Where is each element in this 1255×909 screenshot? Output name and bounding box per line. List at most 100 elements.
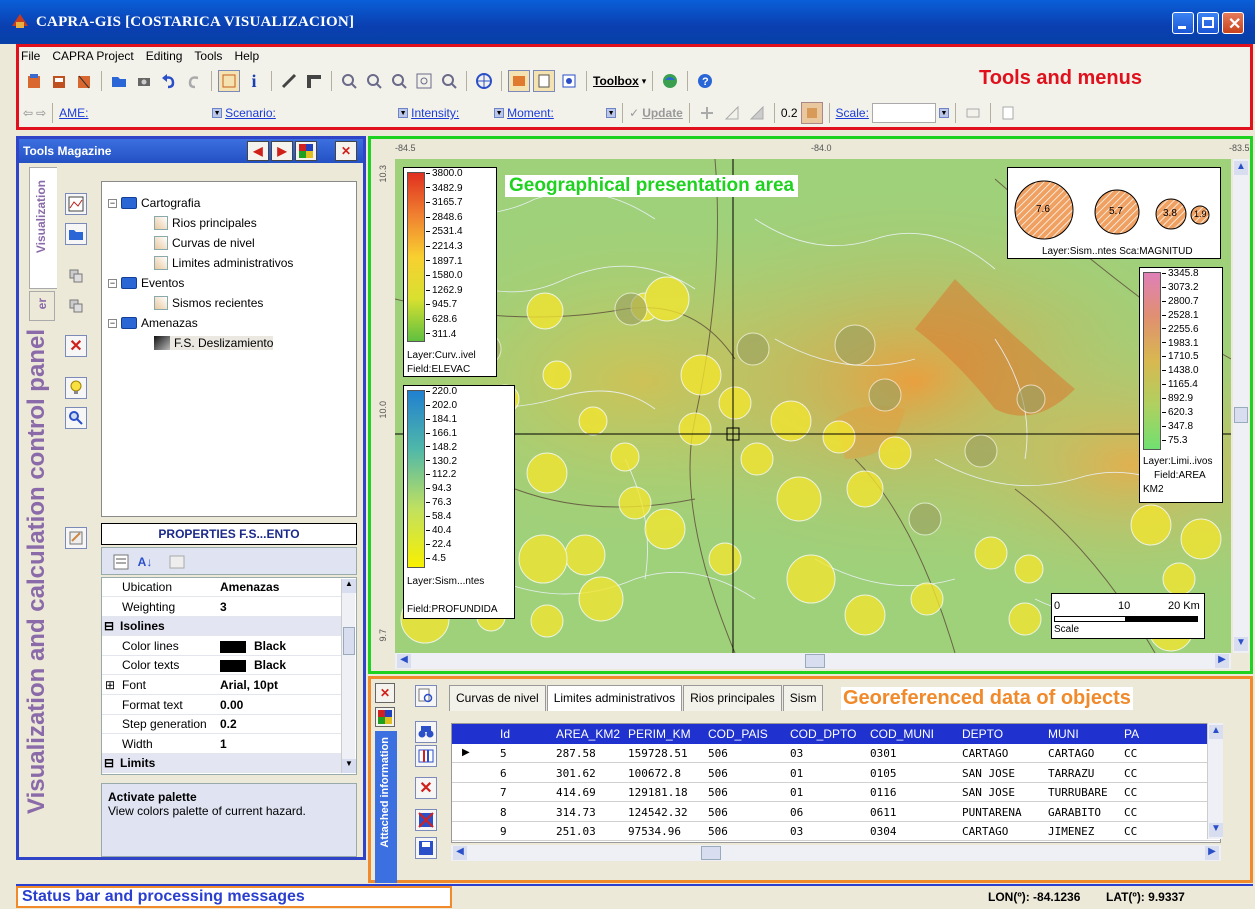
tab-other[interactable]: er (29, 291, 55, 321)
forward-red-arrow-icon[interactable]: ▶ (271, 141, 293, 161)
table-view-icon[interactable] (558, 70, 580, 92)
property-row[interactable]: Weighting 3 (102, 598, 342, 617)
column-header[interactable]: COD_PAIS (708, 727, 768, 741)
column-header[interactable]: MUNI (1048, 727, 1079, 741)
camera-icon[interactable] (133, 70, 155, 92)
tree-node-cartografia[interactable]: − Cartografia (108, 196, 200, 210)
property-row[interactable]: Step generation 0.2 (102, 715, 342, 735)
intensity-dropdown-icon[interactable]: ▼ (494, 108, 505, 118)
property-pages-icon[interactable] (166, 551, 188, 573)
forward-arrow-icon[interactable]: ⇨ (36, 106, 46, 120)
undo-icon[interactable] (158, 70, 180, 92)
table-row[interactable]: ▶ 5 287.58 159728.51 506 03 0301 CARTAGO CARTAGO… (452, 744, 1220, 763)
layout-icon[interactable] (375, 707, 395, 727)
column-header[interactable]: AREA_KM2 (556, 727, 620, 741)
layers-tool-icon[interactable] (508, 70, 530, 92)
delete-icon[interactable]: ✕ (65, 335, 87, 357)
property-row[interactable]: Width 1 (102, 735, 342, 754)
export-icon[interactable] (415, 809, 437, 831)
triangle-fill-icon[interactable] (746, 102, 768, 124)
redo-icon[interactable] (183, 70, 205, 92)
palette-icon[interactable] (800, 102, 823, 124)
triangle-icon[interactable] (721, 102, 743, 124)
zoom-previous-icon[interactable] (438, 70, 460, 92)
ame-label[interactable]: AME: (59, 106, 209, 120)
tree-node-rios[interactable]: Rios principales (154, 216, 257, 230)
properties-icon[interactable] (65, 527, 87, 549)
menu-help[interactable]: Help (234, 49, 259, 67)
zoom-window-icon[interactable] (388, 70, 410, 92)
toolbox-dropdown-icon[interactable]: ▾ (642, 76, 647, 87)
property-row[interactable]: ⊞ Font Arial, 10pt (102, 676, 342, 695)
tab-curvas-de-nivel[interactable]: Curvas de nivel (449, 685, 546, 711)
tree-node-limites[interactable]: Limites administrativos (154, 256, 293, 270)
property-category[interactable]: ⊟ Isolines (102, 617, 342, 637)
legend-elevation[interactable]: 3800.0 3482.9 3165.7 2848.6 2531.4 2214.3 1897… (403, 167, 497, 377)
collapse-icon[interactable]: ⊟ (104, 756, 114, 770)
grid-settings-icon[interactable] (962, 102, 984, 124)
grid-horizontal-scrollbar[interactable]: ◀ ▶ (451, 845, 1221, 861)
attached-info-tab[interactable]: Attached information (375, 731, 397, 883)
column-header[interactable]: PERIM_KM (628, 727, 691, 741)
table-row[interactable]: 6 301.62 100672.8 506 01 0105 SAN JOSE TARRAZU C… (452, 764, 1220, 783)
pen-icon[interactable] (278, 70, 300, 92)
binoculars-icon[interactable] (415, 721, 437, 743)
copy-icon[interactable] (65, 265, 87, 287)
column-header[interactable]: PA (1124, 727, 1139, 741)
tab-visualization[interactable]: Visualization (29, 167, 57, 289)
duplicate-icon[interactable] (65, 295, 87, 317)
property-category[interactable]: ⊟ Limits (102, 754, 342, 774)
menu-file[interactable]: File (21, 49, 40, 67)
toolbox-menu[interactable]: Toolbox (593, 74, 639, 88)
back-arrow-icon[interactable]: ⇦ (23, 106, 33, 120)
data-grid[interactable]: Id AREA_KM2 PERIM_KM COD_PAIS COD_DPTO COD_MU… (451, 723, 1221, 843)
search-icon[interactable] (65, 407, 87, 429)
sort-az-icon[interactable]: A↓ (134, 551, 156, 573)
property-row[interactable]: Ubication Amenazas (102, 578, 342, 597)
minimize-button[interactable] (1172, 12, 1194, 34)
property-scrollbar[interactable]: ▲ ▼ (341, 579, 356, 773)
zoom-extent-icon[interactable] (413, 70, 435, 92)
grid-icon[interactable] (696, 102, 718, 124)
open-folder-icon[interactable] (108, 70, 130, 92)
map-canvas[interactable]: 3800.0 3482.9 3165.7 2848.6 2531.4 2214.3 1897… (395, 159, 1231, 653)
expand-icon[interactable]: ⊞ (105, 678, 115, 692)
scale-label[interactable]: Scale: (836, 106, 869, 120)
table-row[interactable]: 8 314.73 124542.32 506 06 0611 PUNTARENA GARABI… (452, 803, 1220, 822)
collapse-icon[interactable]: ⊟ (104, 619, 114, 633)
property-row[interactable]: Format text 0.00 (102, 696, 342, 715)
save-data-icon[interactable] (415, 837, 437, 859)
ame-dropdown-icon[interactable]: ▼ (212, 108, 223, 118)
moment-label[interactable]: Moment: (507, 106, 603, 120)
legend-magnitude[interactable]: 7.6 5.7 3.8 1.9 Layer:Sism..ntes Sca:MAG… (1007, 167, 1221, 259)
layout-icon[interactable] (295, 141, 317, 161)
tree-node-curvas[interactable]: Curvas de nivel (154, 236, 255, 250)
categorized-icon[interactable] (110, 551, 132, 573)
column-header[interactable]: DEPTO (962, 727, 1003, 741)
ruler-icon[interactable] (303, 70, 325, 92)
scenario-label[interactable]: Scenario: (225, 106, 395, 120)
close-data-icon[interactable]: ✕ (375, 683, 395, 703)
globe-icon[interactable] (659, 70, 681, 92)
menu-capra-project[interactable]: CAPRA Project (52, 49, 133, 67)
tab-rios-principales[interactable]: Rios principales (683, 685, 782, 711)
scale-dropdown-icon[interactable]: ▼ (938, 108, 949, 118)
folder-icon[interactable] (65, 223, 87, 245)
update-button[interactable]: Update (642, 106, 683, 120)
property-row[interactable]: Color lines Black (102, 637, 342, 656)
property-row[interactable]: Color texts Black (102, 656, 342, 676)
grid-vertical-scrollbar[interactable]: ▲ ▼ (1207, 723, 1223, 839)
maximize-button[interactable] (1197, 12, 1219, 34)
intensity-label[interactable]: Intensity: (411, 106, 491, 120)
table-row[interactable]: 7 414.69 129181.18 506 01 0116 SAN JOSE TURRUBA… (452, 783, 1220, 803)
select-tool-icon[interactable] (218, 70, 240, 92)
tree-node-amenazas[interactable]: − Amenazas (108, 316, 198, 330)
info-icon[interactable]: i (243, 70, 265, 92)
report-icon[interactable] (997, 102, 1019, 124)
document-tool-icon[interactable] (533, 70, 555, 92)
moment-dropdown-icon[interactable]: ▼ (606, 108, 617, 118)
scale-input[interactable] (871, 103, 936, 123)
zoom-in-icon[interactable] (338, 70, 360, 92)
menu-tools[interactable]: Tools (194, 49, 222, 67)
map-horizontal-scrollbar[interactable]: ◀ ▶ (395, 653, 1231, 669)
